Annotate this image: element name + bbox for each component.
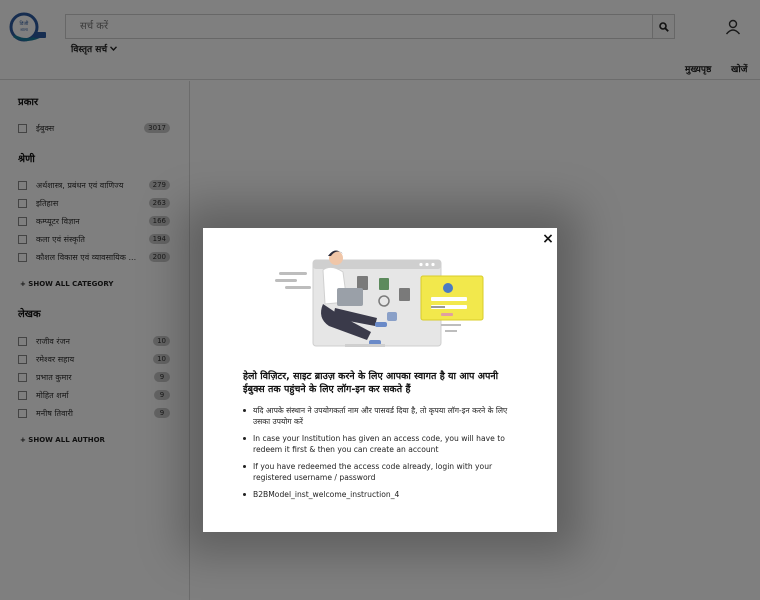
instruction-list: यदि आपके संस्थान ने उपयोगकर्ता नाम और पा…	[243, 405, 521, 506]
instruction-item: In case your Institution has given an ac…	[243, 433, 521, 455]
instruction-item: B2BModel_inst_welcome_instruction_4	[243, 489, 521, 500]
modal-heading: हेलो विज़िटर, साइट ब्राउज़ करने के लिए आ…	[243, 371, 499, 395]
instruction-item: यदि आपके संस्थान ने उपयोगकर्ता नाम और पा…	[243, 405, 521, 427]
instruction-item: If you have redeemed the access code alr…	[243, 461, 521, 483]
close-icon[interactable]: ×	[541, 232, 555, 246]
welcome-modal: × हेलो विज़िटर, साइट ब्राउज़ करने के लिए…	[203, 228, 557, 532]
welcome-illustration	[275, 250, 484, 347]
